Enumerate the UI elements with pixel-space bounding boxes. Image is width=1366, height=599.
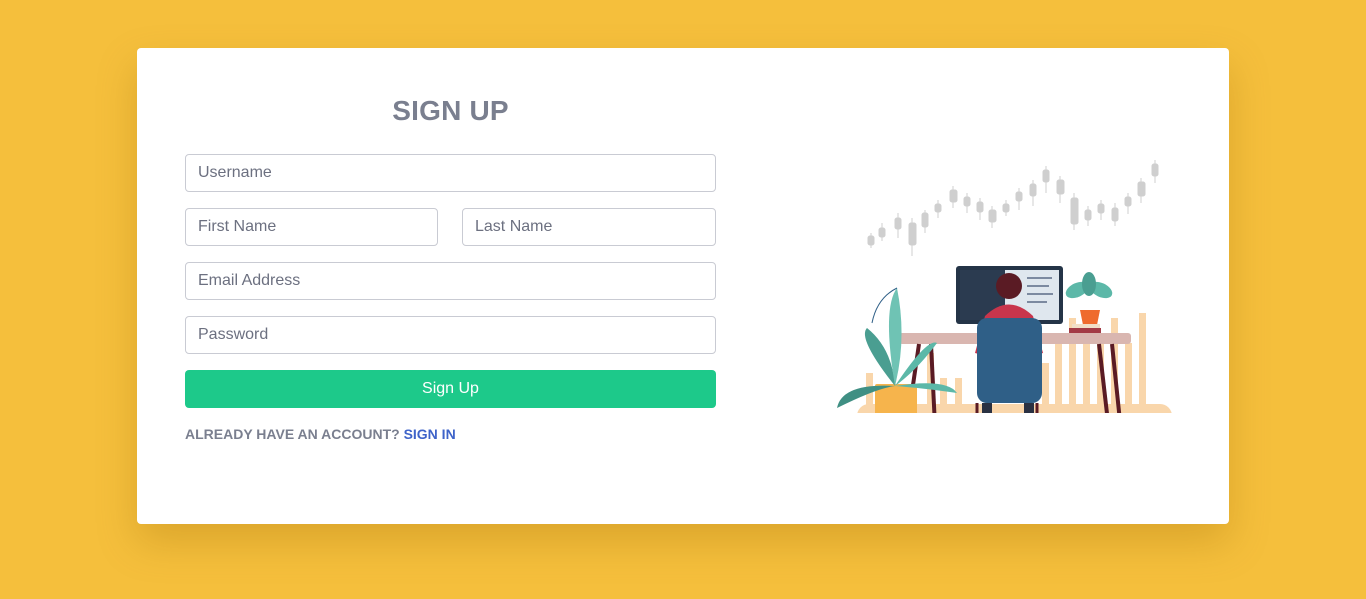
sign-up-button[interactable]: Sign Up bbox=[185, 370, 716, 408]
floor-plant-graphic bbox=[837, 287, 957, 413]
email-input[interactable] bbox=[185, 262, 716, 300]
sign-in-link[interactable]: SIGN IN bbox=[404, 426, 456, 442]
signup-card: SIGN UP Sign Up ALREADY HAVE AN ACCOUNT?… bbox=[137, 48, 1229, 524]
last-name-input[interactable] bbox=[462, 208, 716, 246]
username-input[interactable] bbox=[185, 154, 716, 192]
account-prompt-text: ALREADY HAVE AN ACCOUNT? bbox=[185, 426, 400, 442]
first-name-input[interactable] bbox=[185, 208, 438, 246]
candlestick-chart-graphic bbox=[867, 160, 1159, 256]
password-input[interactable] bbox=[185, 316, 716, 354]
person-at-computer-illustration bbox=[837, 160, 1172, 413]
signin-prompt: ALREADY HAVE AN ACCOUNT? SIGN IN bbox=[185, 426, 456, 442]
page-title: SIGN UP bbox=[392, 95, 509, 126]
